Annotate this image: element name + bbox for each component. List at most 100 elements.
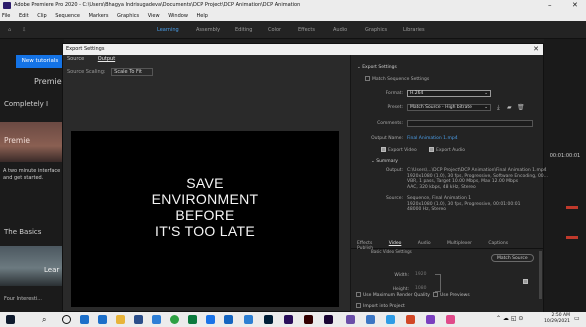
import-project-checkbox[interactable] [356,303,361,308]
comments-input[interactable] [407,120,533,127]
menu-graphics[interactable]: Graphics [117,13,139,19]
match-source-button[interactable]: Match Source [491,254,534,262]
workspace-effects[interactable]: Effects [298,21,315,39]
workspace-audio[interactable]: Audio [333,21,347,39]
tab-source[interactable]: Source [67,56,84,62]
match-sequence-row[interactable]: Match Sequence Settings [365,76,429,82]
max-render-row[interactable]: Use Maximum Render Quality [356,292,430,298]
menu-markers[interactable]: Markers [89,13,109,19]
max-render-checkbox[interactable] [356,292,361,297]
workspace-learning[interactable]: Learning [157,21,179,39]
output-name-label: Output Name: [371,136,403,141]
summary-collapse-icon: ⌄ [371,159,375,164]
app-icon-15[interactable] [346,315,355,324]
summary-section[interactable]: ⌄ Summary [371,159,398,164]
basic-video-heading: Basic Video Settings [371,249,412,254]
learn-heading-2: Completely I [4,100,49,108]
menu-file[interactable]: File [2,13,10,19]
mail-icon[interactable] [152,315,161,324]
clock-date: 10/29/2021 [544,319,570,324]
app-icon-18[interactable] [406,315,415,324]
width-input[interactable]: 1920 [413,272,431,279]
photoshop-icon[interactable] [264,315,273,324]
new-tutorials-button[interactable]: New tutorials [16,55,64,68]
match-sequence-checkbox[interactable] [365,76,370,81]
settings-scrollbar[interactable] [539,251,542,299]
illustrator-icon[interactable] [304,315,313,324]
start-icon[interactable] [6,315,15,324]
import-project-row[interactable]: Import into Project [356,303,405,309]
export-video-label: Export Video [388,148,417,153]
app-icon-20[interactable] [446,315,455,324]
chrome-icon[interactable] [170,315,179,324]
window-close-button[interactable]: ✕ [572,0,578,11]
premiere-logo-icon [3,2,11,9]
workspace-color[interactable]: Color [268,21,281,39]
summary-source-line: 48000 Hz, Stereo [407,207,447,212]
app-icon-16[interactable] [366,315,375,324]
tab-audio[interactable]: Audio [418,241,431,246]
search-icon[interactable]: ⌕ [42,315,51,324]
link-dimensions-icon[interactable] [435,274,441,292]
vscode-icon[interactable] [244,315,253,324]
output-name-link[interactable]: Final Animation 1.mp4 [407,136,458,141]
import-preset-icon[interactable]: ▰ [507,104,512,111]
system-tray-icons[interactable]: ⌃ ☁ ◱ ⊙ [496,315,523,322]
workspace-editing[interactable]: Editing [235,21,252,39]
dialog-close-button[interactable]: ✕ [533,44,539,55]
home-icon[interactable]: ⌂ [8,21,11,39]
app-icon-9[interactable] [224,315,233,324]
menu-edit[interactable]: Edit [19,13,29,19]
tab-video[interactable]: Video [389,241,402,246]
workspace-assembly[interactable]: Assembly [196,21,220,39]
dimension-override-checkbox[interactable] [523,279,528,284]
tab-output[interactable]: Output [98,56,115,62]
tutorial-thumbnail-1[interactable]: Premie [0,122,64,162]
tab-captions[interactable]: Captions [488,241,508,246]
format-value: H.264 [410,91,424,96]
export-video-checkbox[interactable] [381,147,386,152]
use-previews-checkbox[interactable] [433,292,438,297]
workspace-libraries[interactable]: Libraries [403,21,425,39]
menu-clip[interactable]: Clip [37,13,46,19]
edge-icon[interactable] [80,315,89,324]
workspace-graphics[interactable]: Graphics [365,21,387,39]
import-icon[interactable]: ⇩ [22,21,26,39]
menu-sequence[interactable]: Sequence [55,13,80,19]
premiere-taskbar-icon[interactable] [284,315,293,324]
notifications-icon[interactable]: ▭ [574,315,580,322]
app-icon-19[interactable] [426,315,435,324]
menu-help[interactable]: Help [197,13,208,19]
tutorial-description: A two minute interface and get started. [3,168,61,181]
preview-line-2: ENVIRONMENT [151,191,259,207]
source-scaling-select[interactable]: Scale To Fit [111,68,153,76]
export-audio-row[interactable]: Export Audio [429,147,465,153]
app-icon-2[interactable] [98,315,107,324]
store-icon[interactable] [134,315,143,324]
use-previews-row[interactable]: Use Previews [433,292,470,298]
app-icon-8[interactable] [206,315,215,324]
task-view-icon[interactable] [62,315,71,324]
delete-preset-icon[interactable]: 🗑 [517,104,525,111]
export-settings-panel: ⌄ Export Settings Match Sequence Setting… [350,55,548,313]
preset-label: Preset: [387,105,403,110]
app-icon-7[interactable] [188,315,197,324]
audio-meter-peak-2 [566,236,578,239]
menu-view[interactable]: View [148,13,160,19]
tutorial-thumbnail-2[interactable]: Lear [0,246,64,286]
app-icon-17[interactable] [386,315,395,324]
export-video-row[interactable]: Export Video [381,147,417,153]
export-audio-label: Export Audio [436,148,465,153]
taskbar-clock[interactable]: 2:50 AM 10/29/2021 [544,313,570,325]
minimize-button[interactable]: – [548,0,552,11]
menu-window[interactable]: Window [168,13,188,19]
save-preset-icon[interactable]: ⤓ [497,104,500,112]
after-effects-icon[interactable] [324,315,333,324]
summary-output-text: C:\Users\...\DCP Project\DCP Animation\F… [407,168,548,190]
export-settings-section[interactable]: ⌄ Export Settings [357,65,397,70]
export-audio-checkbox[interactable] [429,147,434,152]
preset-select[interactable]: Match Source - High bitrate ⌄ [407,104,491,111]
file-explorer-icon[interactable] [116,315,125,324]
tab-multiplexer[interactable]: Multiplexer [447,241,472,246]
format-select[interactable]: H.264 ⌄ [407,90,491,97]
